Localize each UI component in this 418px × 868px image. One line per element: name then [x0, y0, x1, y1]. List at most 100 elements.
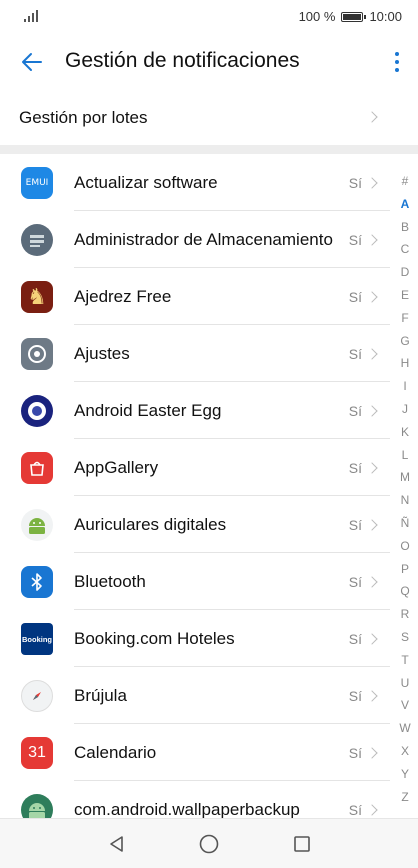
batch-management-row[interactable]: Gestión por lotes — [0, 90, 418, 145]
nav-recents-button[interactable] — [291, 833, 313, 855]
index-letter[interactable]: V — [392, 694, 418, 717]
app-name: Ajedrez Free — [74, 287, 172, 306]
app-status: Sí — [348, 346, 362, 362]
signal-icon — [24, 10, 38, 22]
app-row[interactable]: Administrador de Almacenamiento Sí — [0, 211, 390, 268]
app-name: Android Easter Egg — [74, 401, 222, 420]
index-letter[interactable]: B — [392, 216, 418, 239]
chevron-right-icon — [366, 519, 378, 531]
index-letter[interactable]: W — [392, 717, 418, 740]
index-letter[interactable]: H — [392, 352, 418, 375]
app-name: Calendario — [74, 743, 157, 762]
chevron-right-icon — [366, 576, 378, 588]
index-letter[interactable]: P — [392, 558, 418, 581]
app-status: Sí — [348, 802, 362, 818]
index-letter[interactable]: Z — [392, 786, 418, 809]
app-status: Sí — [348, 574, 362, 590]
index-letter[interactable]: X — [392, 740, 418, 763]
battery-percent: 100 % — [298, 9, 336, 24]
app-status: Sí — [348, 232, 362, 248]
index-letter[interactable]: S — [392, 626, 418, 649]
chess-knight-glyph: ♞ — [27, 284, 47, 310]
calendar-day-text: 31 — [28, 744, 46, 761]
index-letter[interactable]: K — [392, 421, 418, 444]
batch-management-label: Gestión por lotes — [19, 108, 148, 127]
back-arrow-icon — [22, 53, 42, 71]
app-row[interactable]: com.android.wallpaperbackup Sí — [0, 781, 390, 818]
chevron-right-icon — [366, 111, 378, 123]
index-letter[interactable]: G — [392, 330, 418, 353]
index-letter[interactable]: # — [392, 170, 418, 193]
index-letter[interactable]: C — [392, 238, 418, 261]
index-letter[interactable]: Q — [392, 580, 418, 603]
storage-manager-glyph — [30, 235, 44, 247]
nav-back-button[interactable] — [106, 833, 128, 855]
app-status: Sí — [348, 745, 362, 761]
index-letter[interactable]: Ñ — [392, 512, 418, 535]
app-status: Sí — [348, 289, 362, 305]
status-bar: 100 % 10:00 — [0, 0, 418, 34]
app-status: Sí — [348, 460, 362, 476]
compass-icon — [21, 680, 53, 712]
app-status: Sí — [348, 517, 362, 533]
emui-icon: EMUI — [21, 167, 53, 199]
appgallery-icon — [21, 452, 53, 484]
app-list: EMUI Actualizar software Sí Administrado… — [0, 154, 390, 818]
index-letter[interactable]: Y — [392, 763, 418, 786]
chevron-right-icon — [366, 177, 378, 189]
app-name: Administrador de Almacenamiento — [74, 230, 333, 249]
compass-needle-glyph — [33, 692, 41, 700]
app-row[interactable]: Auriculares digitales Sí — [0, 496, 390, 553]
index-letter[interactable]: I — [392, 375, 418, 398]
index-letter[interactable]: J — [392, 398, 418, 421]
navigation-bar — [0, 818, 418, 868]
clock: 10:00 — [369, 9, 402, 24]
more-dot — [395, 60, 399, 64]
index-letter[interactable]: N — [392, 489, 418, 512]
app-row[interactable]: 31 Calendario Sí — [0, 724, 390, 781]
bluetooth-glyph — [31, 573, 42, 591]
index-letter[interactable]: D — [392, 261, 418, 284]
app-row[interactable]: Android Easter Egg Sí — [0, 382, 390, 439]
index-letter[interactable]: M — [392, 466, 418, 489]
app-row[interactable]: EMUI Actualizar software Sí — [0, 154, 390, 211]
android-robot-glyph — [29, 518, 45, 534]
storage-manager-icon — [21, 224, 53, 256]
app-name: Bluetooth — [74, 572, 146, 591]
index-letter[interactable]: L — [392, 444, 418, 467]
section-separator — [0, 145, 418, 154]
app-row[interactable]: Ajustes Sí — [0, 325, 390, 382]
chevron-right-icon — [366, 234, 378, 246]
app-row[interactable]: ♞ Ajedrez Free Sí — [0, 268, 390, 325]
index-letter[interactable]: R — [392, 603, 418, 626]
index-letter[interactable]: T — [392, 649, 418, 672]
index-letter[interactable]: F — [392, 307, 418, 330]
index-letter[interactable]: O — [392, 535, 418, 558]
calendar-icon: 31 — [21, 737, 53, 769]
app-name: Booking.com Hoteles — [74, 629, 235, 648]
emui-icon-text: EMUI — [25, 178, 49, 188]
app-row[interactable]: Bluetooth Sí — [0, 553, 390, 610]
chevron-right-icon — [366, 747, 378, 759]
index-letter[interactable]: A — [392, 193, 418, 216]
app-name: Actualizar software — [74, 173, 218, 192]
chevron-right-icon — [366, 405, 378, 417]
app-row[interactable]: Brújula Sí — [0, 667, 390, 724]
chevron-right-icon — [366, 462, 378, 474]
app-status: Sí — [348, 631, 362, 647]
nav-home-button[interactable] — [198, 833, 220, 855]
chevron-right-icon — [366, 291, 378, 303]
back-button[interactable] — [16, 46, 48, 78]
android-robot-glyph — [29, 803, 45, 818]
bluetooth-icon — [21, 566, 53, 598]
alphabet-index-bar[interactable]: # A B C D E F G H I J K L M N Ñ O P Q R S T U V W X Y Z — [392, 170, 418, 808]
booking-icon: Booking — [21, 623, 53, 655]
app-row[interactable]: AppGallery Sí — [0, 439, 390, 496]
app-name: AppGallery — [74, 458, 159, 477]
more-options-button[interactable] — [390, 46, 404, 78]
app-name: com.android.wallpaperbackup — [74, 800, 300, 818]
index-letter[interactable]: U — [392, 672, 418, 695]
android-icon — [21, 794, 53, 818]
app-row[interactable]: Booking Booking.com Hoteles Sí — [0, 610, 390, 667]
index-letter[interactable]: E — [392, 284, 418, 307]
